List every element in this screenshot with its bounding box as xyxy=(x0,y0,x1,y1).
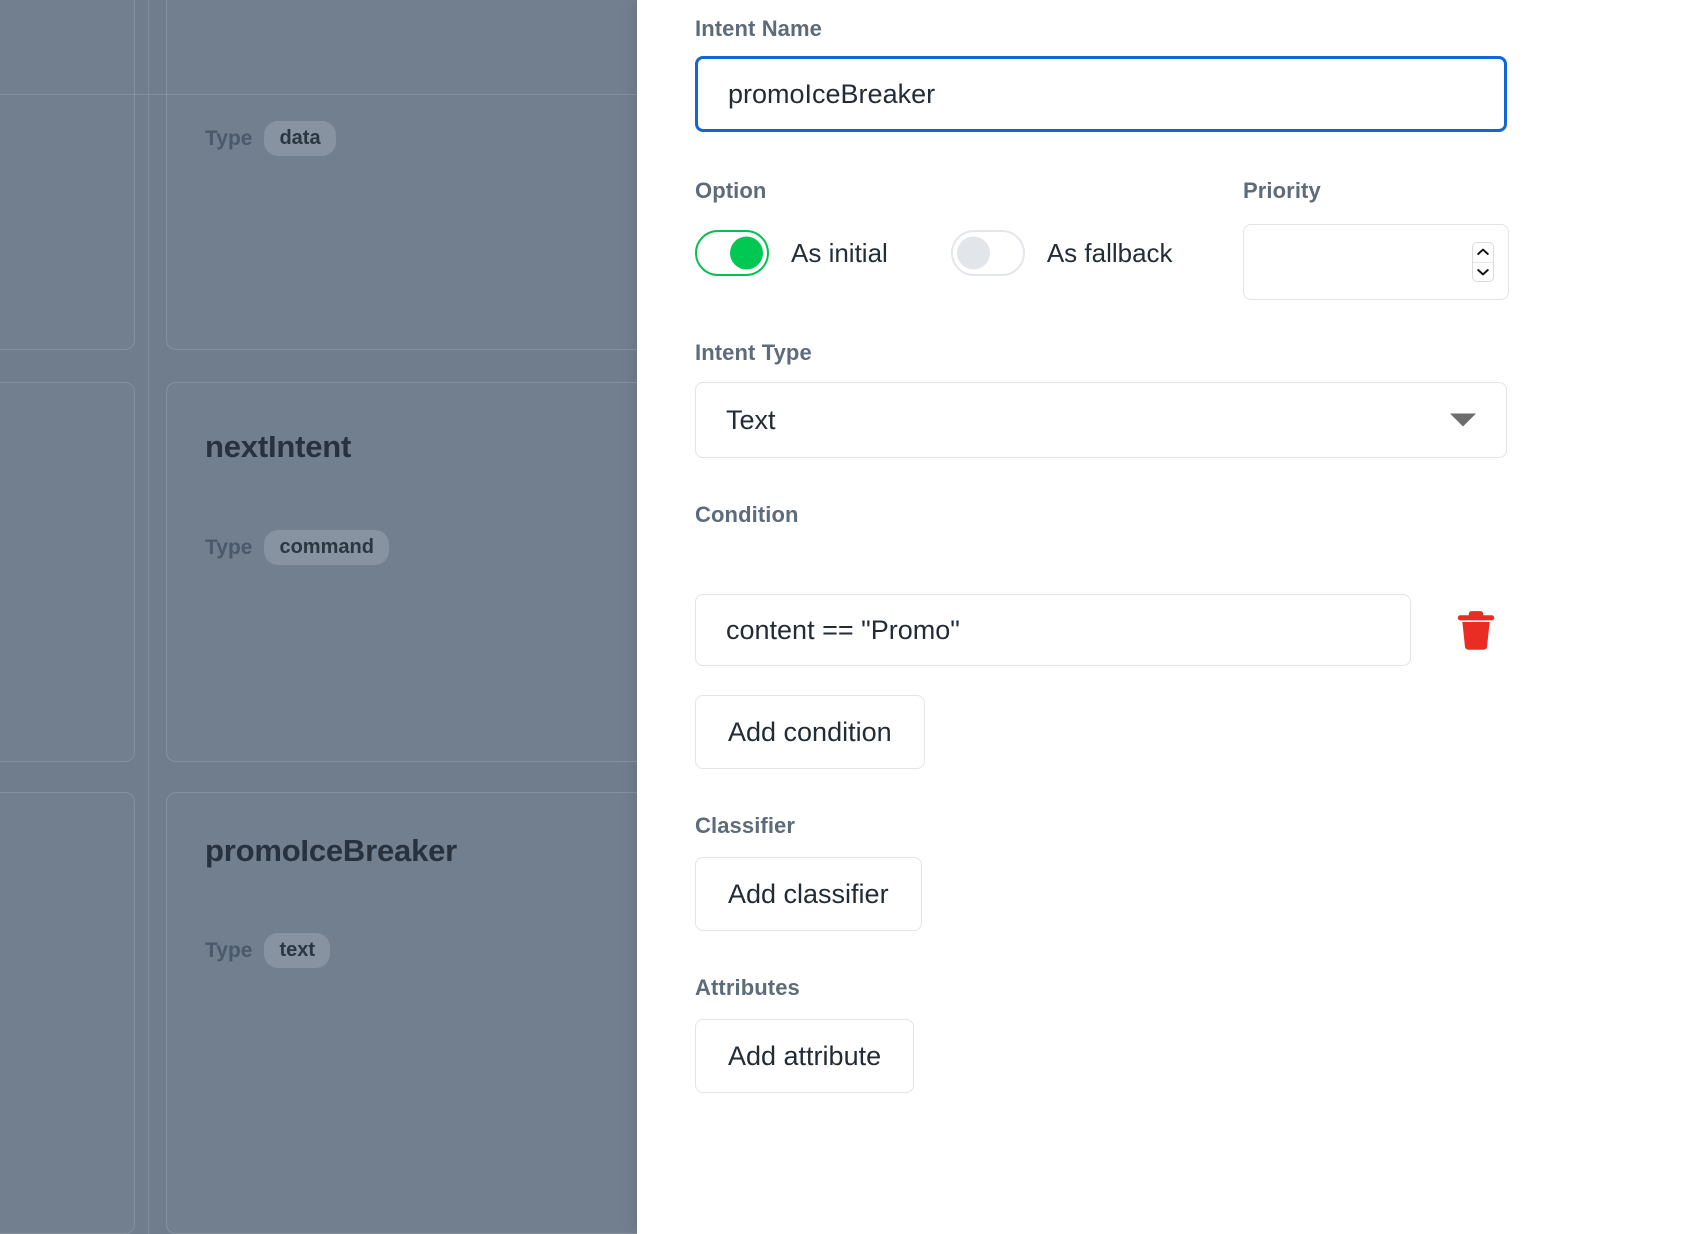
backdrop-column-divider xyxy=(148,0,149,1234)
backdrop-card-title: nextIntent xyxy=(205,429,352,464)
condition-section: Condition xyxy=(695,502,1595,666)
backdrop-intent-card[interactable]: Type data xyxy=(166,0,637,350)
as-initial-label: As initial xyxy=(791,237,888,268)
backdrop-card-title: promoIceBreaker xyxy=(205,833,458,868)
attributes-label: Attributes xyxy=(695,975,800,1000)
backdrop-card-placeholder-top[interactable] xyxy=(0,0,135,350)
intent-type-selected-value: Text xyxy=(726,404,776,435)
priority-section: Priority xyxy=(1243,178,1509,300)
option-section: Option As initial As fallback xyxy=(695,178,1173,276)
backdrop-left-column xyxy=(0,0,135,1234)
backdrop-intent-card[interactable]: nextIntent Type command xyxy=(166,382,637,762)
as-initial-toggle-group[interactable]: As initial xyxy=(695,230,888,276)
classifier-label: Classifier xyxy=(695,813,796,838)
backdrop-card-type-badge: data xyxy=(264,121,336,156)
intent-name-label: Intent Name xyxy=(695,16,823,41)
chevron-up-icon[interactable] xyxy=(1473,243,1493,262)
backdrop-card-type-label: Type xyxy=(205,126,253,150)
intent-detail-panel: Intent Name Option As initial As fallb xyxy=(637,0,1682,1234)
classifier-section: Classifier Add classifier xyxy=(695,813,922,931)
backdrop-main-column: Type data nextIntent Type command promoI… xyxy=(166,0,637,1234)
delete-condition-button[interactable] xyxy=(1453,605,1499,655)
backdrop-card-placeholder-bottom[interactable] xyxy=(0,792,135,1234)
chevron-down-icon[interactable] xyxy=(1473,261,1493,282)
backdrop-card-type-label: Type xyxy=(205,938,253,962)
app-screen: Type data nextIntent Type command promoI… xyxy=(0,0,1682,1234)
priority-input-wrapper[interactable] xyxy=(1243,224,1509,300)
backdrop-intent-card[interactable]: promoIceBreaker Type text xyxy=(166,792,637,1234)
as-fallback-toggle-group[interactable]: As fallback xyxy=(950,230,1173,276)
backdrop-card-type-row: Type text xyxy=(205,933,331,968)
intent-type-select[interactable]: Text xyxy=(695,382,1507,458)
option-toggle-row: As initial As fallback xyxy=(695,230,1173,276)
attributes-section: Attributes Add attribute xyxy=(695,975,915,1093)
priority-label: Priority xyxy=(1243,178,1321,203)
intent-type-section: Intent Type Text xyxy=(695,340,1507,458)
add-attribute-button[interactable]: Add attribute xyxy=(695,1019,915,1093)
trash-icon xyxy=(1457,611,1495,650)
intent-type-label: Intent Type xyxy=(695,340,812,365)
priority-input[interactable] xyxy=(1244,225,1508,299)
as-fallback-label: As fallback xyxy=(1046,237,1173,268)
backdrop-card-type-label: Type xyxy=(205,535,253,559)
as-fallback-toggle-knob xyxy=(956,236,990,270)
as-initial-toggle[interactable] xyxy=(695,230,769,276)
priority-stepper[interactable] xyxy=(1472,242,1494,282)
condition-row xyxy=(695,594,1595,666)
backdrop-card-type-badge: text xyxy=(264,933,331,968)
intent-name-input[interactable] xyxy=(695,56,1507,132)
as-fallback-toggle[interactable] xyxy=(950,230,1025,276)
as-initial-toggle-knob xyxy=(730,236,763,270)
caret-down-icon xyxy=(1450,413,1476,427)
add-classifier-button[interactable]: Add classifier xyxy=(695,857,922,931)
backdrop-card-type-row: Type data xyxy=(205,121,336,156)
add-condition-button[interactable]: Add condition xyxy=(695,695,925,769)
backdrop-card-placeholder-middle[interactable] xyxy=(0,382,135,762)
condition-label: Condition xyxy=(695,502,799,527)
intent-name-section: Intent Name xyxy=(695,16,1507,132)
add-condition-section: Add condition xyxy=(695,695,925,769)
backdrop-card-type-badge: command xyxy=(264,530,389,565)
dimmed-workspace-backdrop[interactable]: Type data nextIntent Type command promoI… xyxy=(0,0,637,1234)
backdrop-card-type-row: Type command xyxy=(205,530,389,565)
option-label: Option xyxy=(695,178,767,203)
condition-input[interactable] xyxy=(695,594,1411,666)
